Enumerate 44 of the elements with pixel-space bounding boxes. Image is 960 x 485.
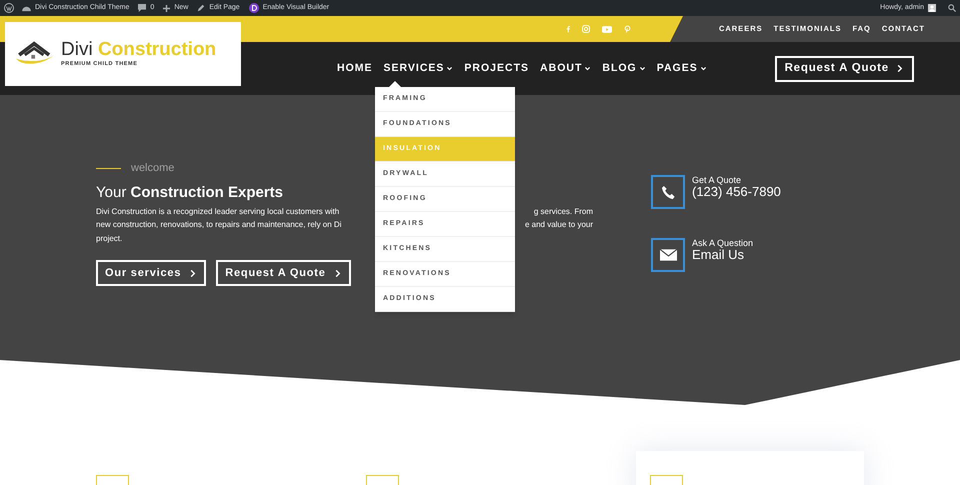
contact-icon-box[interactable]: [651, 238, 685, 272]
paragraph-text: Divi Construction is a recognized leader serving local customers with: [96, 206, 340, 218]
hero-button[interactable]: Our services: [96, 260, 206, 286]
chevron-right-icon: [895, 64, 904, 73]
wordpress-icon[interactable]: [4, 3, 14, 13]
caret-icon: [700, 65, 707, 72]
paragraph-text: e and value to your: [524, 219, 593, 231]
envelope-icon: [660, 249, 676, 261]
nav-link[interactable]: PAGES: [656, 60, 707, 76]
contact-icon-box[interactable]: [651, 175, 685, 209]
nav-link[interactable]: HOME: [337, 60, 372, 76]
facebook-icon[interactable]: [566, 25, 570, 33]
nav-link[interactable]: BLOG: [602, 60, 646, 76]
chevron-right-icon: [332, 268, 342, 278]
accent-line: [96, 168, 121, 169]
eyebrow-text: welcome: [131, 161, 174, 176]
dashboard-icon: [22, 4, 31, 12]
chevron-right-icon: [188, 268, 198, 278]
paragraph-text: new construction, renovations, to repairs and maintenance, rely on Di: [96, 219, 342, 231]
nav-link[interactable]: SERVICES: [384, 60, 454, 76]
caret-icon: [638, 65, 646, 72]
nav-link[interactable]: ABOUT: [540, 60, 592, 76]
contact-label: Get A Quote: [692, 175, 742, 185]
paragraph-text: g services. From: [534, 206, 593, 218]
logo-wordmark: Divi Construction: [61, 38, 216, 60]
comment-icon: [138, 4, 146, 12]
hero-heading: Your Construction Experts: [96, 182, 284, 202]
request-quote-button[interactable]: Request A Quote: [774, 56, 914, 82]
pinterest-icon[interactable]: [624, 25, 631, 33]
caret-icon: [584, 65, 592, 72]
plus-icon: [163, 4, 170, 12]
contact-value[interactable]: (123) 456-7890: [692, 185, 781, 199]
contact-value[interactable]: Email Us: [692, 248, 754, 262]
hero-button[interactable]: Request A Quote: [216, 260, 351, 286]
caret-icon: [446, 65, 454, 72]
search-icon[interactable]: [948, 4, 956, 12]
contact-label: Ask A Question: [692, 238, 754, 248]
phone-icon: [660, 184, 676, 200]
instagram-icon[interactable]: [582, 25, 590, 33]
builder-icon: [248, 3, 259, 13]
nav-link[interactable]: PROJECTS: [464, 60, 530, 76]
paragraph-text: project.: [96, 232, 122, 245]
avatar-icon[interactable]: [928, 4, 936, 12]
pencil-icon: [197, 4, 206, 12]
